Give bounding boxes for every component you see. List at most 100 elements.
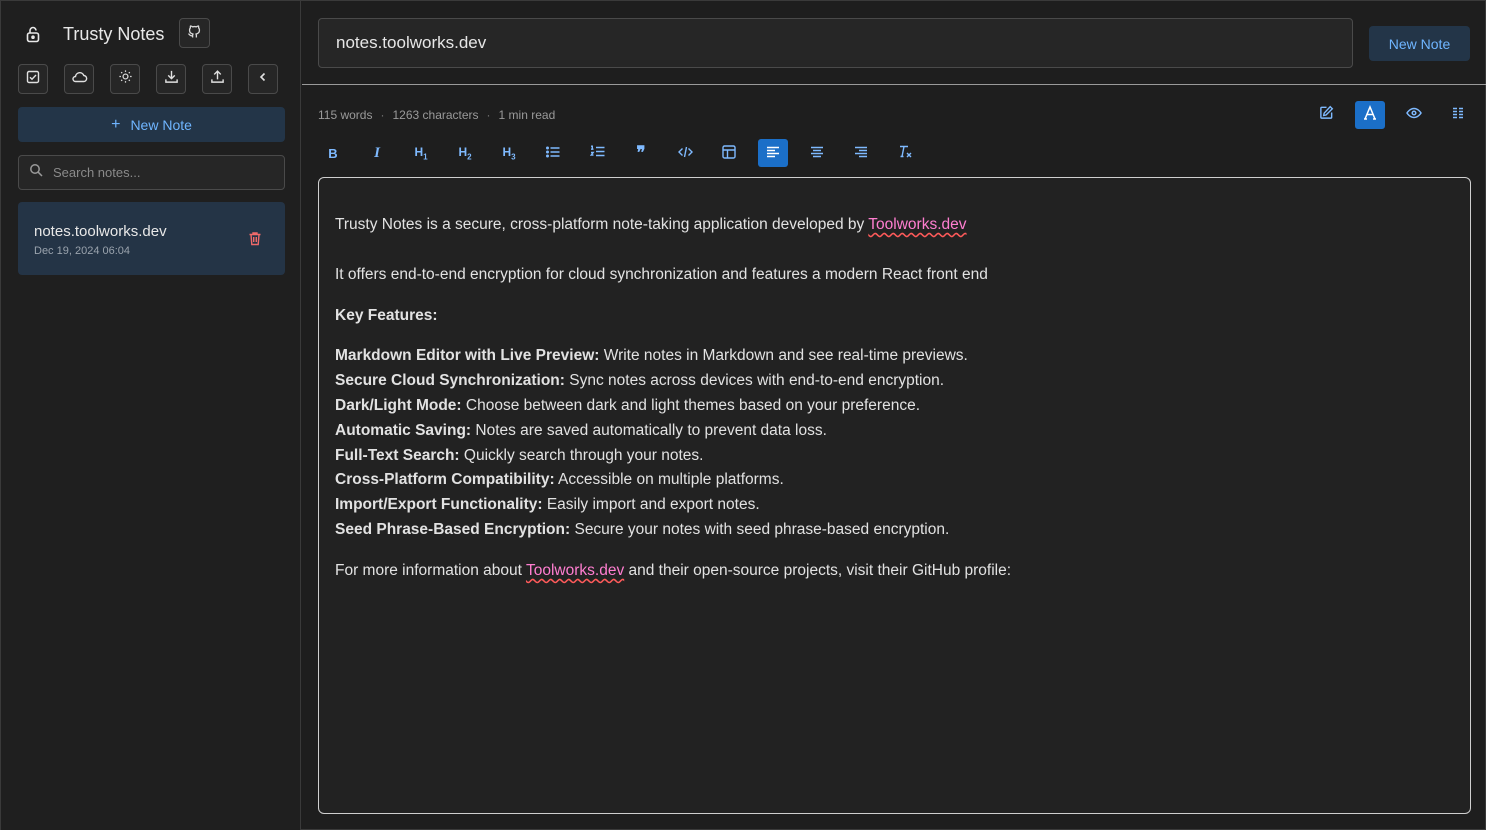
paragraph: Trusty Notes is a secure, cross-platform… (335, 213, 1454, 238)
paragraph: For more information about Toolworks.dev… (335, 559, 1454, 584)
download-button[interactable] (156, 64, 186, 94)
checkbox-icon (26, 70, 40, 89)
header-new-note-button[interactable]: New Note (1369, 26, 1470, 61)
theme-toggle-button[interactable] (110, 64, 140, 94)
cloud-sync-button[interactable] (64, 64, 94, 94)
align-left-button[interactable] (758, 139, 788, 167)
feature-text: Secure your notes with seed phrase-based… (570, 520, 950, 538)
feature-label: Secure Cloud Synchronization: (335, 372, 565, 390)
heading1-button[interactable]: H1 (406, 139, 436, 167)
header-divider (302, 84, 1486, 85)
note-item-title: notes.toolworks.dev (34, 223, 167, 240)
note-list-item[interactable]: notes.toolworks.dev Dec 19, 2024 06:04 (18, 202, 285, 275)
chevron-left-icon (257, 70, 269, 88)
table-button[interactable] (714, 139, 744, 167)
feature-text: Easily import and export notes. (542, 496, 760, 514)
feature-label: Seed Phrase-Based Encryption: (335, 520, 571, 538)
sidebar-new-note-button[interactable]: + New Note (18, 107, 285, 142)
separator-dot: · (380, 108, 385, 122)
paragraph-text: Trusty Notes is a secure, cross-platform… (335, 216, 869, 233)
brand: Trusty Notes (21, 19, 164, 49)
numbered-list-button[interactable] (582, 139, 612, 167)
github-button[interactable] (179, 18, 210, 48)
format-toolbar: B I H1 H2 H3 ❞ (318, 139, 920, 167)
download-icon (164, 69, 179, 89)
feature-item: Markdown Editor with Live Preview: Write… (335, 344, 1454, 369)
select-notes-button[interactable] (18, 64, 48, 94)
feature-item: Full-Text Search: Quickly search through… (335, 444, 1454, 469)
feature-text: Choose between dark and light themes bas… (461, 396, 920, 414)
feature-label: Automatic Saving: (335, 421, 472, 439)
sidebar: Trusty Notes + New Note Search notes... … (1, 1, 301, 830)
align-right-icon (854, 146, 868, 161)
heading3-icon: H3 (502, 144, 516, 162)
lock-icon (21, 22, 45, 46)
bullet-list-button[interactable] (538, 139, 568, 167)
pencil-icon (1319, 105, 1334, 125)
plus-icon: + (111, 115, 121, 133)
app-window: Trusty Notes + New Note Search notes... … (0, 0, 1486, 830)
feature-item: Secure Cloud Synchronization: Sync notes… (335, 369, 1454, 394)
word-count: 115 words (318, 108, 373, 122)
align-center-button[interactable] (802, 139, 832, 167)
paragraph: It offers end-to-end encryption for clou… (335, 265, 988, 283)
feature-text: Quickly search through your notes. (459, 446, 704, 464)
clear-format-icon (898, 145, 913, 161)
heading2-button[interactable]: H2 (450, 139, 480, 167)
paragraph-text: For more information about (335, 561, 526, 579)
note-item-date: Dec 19, 2024 06:04 (34, 245, 131, 257)
feature-text: Write notes in Markdown and see real-tim… (599, 347, 968, 365)
font-style-icon (1362, 104, 1378, 126)
code-icon (677, 146, 693, 161)
feature-item: Dark/Light Mode: Choose between dark and… (335, 394, 1454, 419)
italic-button[interactable]: I (362, 139, 392, 167)
rich-text-mode-button[interactable] (1355, 101, 1385, 129)
bold-button[interactable]: B (318, 139, 348, 167)
feature-label: Import/Export Functionality: (335, 496, 543, 514)
search-input[interactable] (53, 165, 273, 180)
edit-mode-button[interactable] (1311, 101, 1341, 129)
clear-format-button[interactable] (890, 139, 920, 167)
toolworks-link[interactable]: Toolworks.dev (526, 562, 624, 579)
feature-text: Accessible on multiple platforms. (554, 471, 784, 489)
quote-button[interactable]: ❞ (626, 139, 656, 167)
align-left-icon (766, 146, 780, 161)
feature-label: Full-Text Search: (335, 446, 460, 464)
numbered-list-icon (589, 145, 605, 161)
feature-label: Cross-Platform Compatibility: (335, 471, 555, 489)
character-count: 1263 characters (392, 108, 479, 122)
paragraph-text: and their open-source projects, visit th… (624, 561, 1012, 579)
note-title-input[interactable] (336, 33, 1316, 53)
app-title: Trusty Notes (63, 23, 165, 44)
search-box (18, 155, 285, 190)
github-icon (187, 23, 202, 43)
columns-icon (1451, 106, 1465, 125)
upload-button[interactable] (202, 64, 232, 94)
heading2-icon: H2 (458, 144, 472, 162)
feature-label: Markdown Editor with Live Preview: (335, 347, 600, 365)
collapse-sidebar-button[interactable] (248, 64, 278, 94)
key-features-heading: Key Features: (335, 304, 1454, 329)
split-mode-button[interactable] (1443, 101, 1473, 129)
cloud-icon (71, 70, 88, 88)
align-center-icon (810, 146, 824, 161)
feature-item: Import/Export Functionality: Easily impo… (335, 493, 1454, 518)
code-button[interactable] (670, 139, 700, 167)
align-right-button[interactable] (846, 139, 876, 167)
feature-item: Automatic Saving: Notes are saved automa… (335, 419, 1454, 444)
note-editor[interactable]: Trusty Notes is a secure, cross-platform… (318, 177, 1471, 814)
sun-icon (118, 69, 133, 89)
new-note-label: New Note (130, 116, 192, 133)
sidebar-toolbar (18, 64, 278, 94)
note-stats: 115 words · 1263 characters · 1 min read (318, 108, 555, 122)
heading1-icon: H1 (414, 144, 428, 162)
feature-item: Cross-Platform Compatibility: Accessible… (335, 468, 1454, 493)
heading3-button[interactable]: H3 (494, 139, 524, 167)
toolworks-link[interactable]: Toolworks.dev (868, 216, 966, 233)
preview-mode-button[interactable] (1399, 101, 1429, 129)
bold-icon: B (328, 145, 338, 161)
trash-icon[interactable] (248, 231, 262, 251)
italic-icon: I (374, 144, 380, 161)
search-icon (29, 163, 43, 182)
bullet-list-icon (545, 146, 560, 161)
